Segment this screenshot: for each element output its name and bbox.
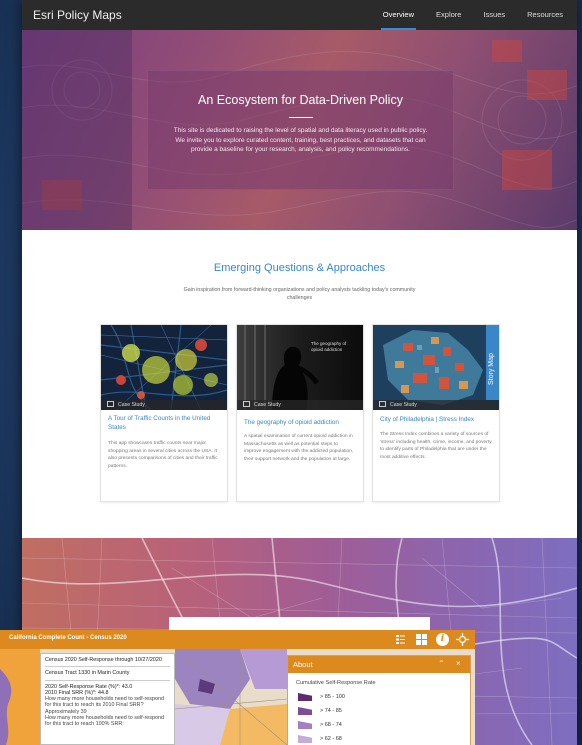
legend-label: > 85 - 100 [320, 694, 345, 700]
about-panel: About ⌃ × Cumulative Self-Response Rate … [287, 655, 471, 745]
story-map-ribbon: Story Map [486, 325, 499, 400]
about-header: About ⌃ × [288, 656, 470, 673]
about-title: About [293, 660, 313, 669]
badge-label: Case Study [390, 402, 417, 408]
hero-title: An Ecosystem for Data-Driven Policy [198, 93, 403, 107]
legend-label: > 74 - 85 [320, 708, 342, 714]
case-study-badge: Case Study [237, 400, 363, 410]
card-description: The Stress Index combines a variety of s… [380, 432, 492, 460]
image-icon [107, 401, 114, 407]
card-title[interactable]: The geography of opioid addiction [244, 419, 356, 428]
case-study-badge: Case Study [373, 400, 499, 410]
nav-resources[interactable]: Resources [527, 0, 563, 30]
badge-label: Case Study [254, 402, 281, 408]
popup-households-100: How many more households need to self-re… [45, 715, 164, 728]
card-image-traffic[interactable]: Case Study [101, 325, 227, 410]
popup-heading: Census 2020 Self-Response through 10/27/… [45, 657, 162, 663]
case-study-badge: Case Study [101, 400, 227, 410]
popup-households-2010: How many more households need to self-re… [45, 696, 164, 715]
traffic-map-thumbnail [101, 325, 227, 410]
legend-label: > 62 - 68 [320, 736, 342, 742]
badge-label: Case Study [118, 402, 145, 408]
card-title[interactable]: A Tour of Traffic Counts in the United S… [108, 415, 220, 432]
section-subtitle: Gain inspiration from forward-thinking o… [183, 287, 416, 301]
card-description: This app showcases traffic counts near m… [108, 441, 218, 469]
section-title: Emerging Questions & Approaches [213, 262, 386, 274]
basemap-gallery-icon[interactable] [415, 633, 428, 646]
hero-description: This site is dedicated to raising the le… [173, 127, 428, 153]
philadelphia-map-thumbnail [373, 325, 499, 410]
emerging-section: Emerging Questions & Approaches Gain ins… [22, 230, 577, 538]
card-philadelphia-stress[interactable]: Story Map Case Study City of Philadelphi… [372, 324, 500, 502]
card-title[interactable]: City of Philadelphia | Stress Index [380, 416, 492, 425]
hero-banner: An Ecosystem for Data-Driven Policy This… [22, 30, 577, 230]
story-map-label: Story Map [488, 353, 495, 385]
card-image-philadelphia[interactable]: Story Map Case Study [373, 325, 499, 410]
app-title: California Complete Count - Census 2020 [9, 635, 127, 641]
collapse-icon[interactable]: ⌃ [438, 659, 445, 668]
legend-icon[interactable] [394, 633, 407, 646]
legend-swatch [298, 735, 312, 743]
locate-icon[interactable] [456, 633, 469, 646]
legend-title: Cumulative Self-Response Rate [296, 680, 376, 686]
popup-divider [45, 679, 170, 681]
nav-issues[interactable]: Issues [483, 0, 505, 30]
top-nav: Esri Policy Maps Overview Explore Issues… [22, 0, 577, 30]
legend-label: > 68 - 74 [320, 722, 342, 728]
opioid-photo-thumbnail [237, 325, 363, 410]
hero-card: An Ecosystem for Data-Driven Policy This… [147, 70, 454, 190]
census-app-window: California Complete Count - Census 2020 … [0, 630, 475, 745]
card-description: A spatial examination of current opioid … [244, 434, 354, 462]
hero-divider [288, 117, 313, 118]
image-icon [379, 401, 386, 407]
tract-popup: Census 2020 Self-Response through 10/27/… [40, 653, 175, 745]
close-icon[interactable]: × [456, 659, 461, 668]
card-image-opioid[interactable]: The geography of opioid addiction Case S… [237, 325, 363, 410]
card-opioid-addiction[interactable]: The geography of opioid addiction Case S… [236, 324, 364, 502]
image-icon [243, 401, 250, 407]
legend-swatch [298, 707, 312, 715]
legend-swatch [298, 721, 312, 729]
card-traffic-counts[interactable]: Case Study A Tour of Traffic Counts in t… [100, 324, 228, 502]
image-caption: The geography of opioid addiction [311, 341, 347, 352]
nav-overview[interactable]: Overview [380, 0, 417, 30]
nav-explore[interactable]: Explore [436, 0, 461, 30]
brand-title[interactable]: Esri Policy Maps [33, 8, 383, 22]
app-header-bar: California Complete Count - Census 2020 … [0, 630, 475, 649]
popup-tract: Census Tract 1330 in Marin County [45, 670, 130, 677]
info-icon[interactable]: i [436, 633, 449, 646]
legend-swatch [298, 693, 312, 701]
popup-divider [45, 666, 170, 668]
